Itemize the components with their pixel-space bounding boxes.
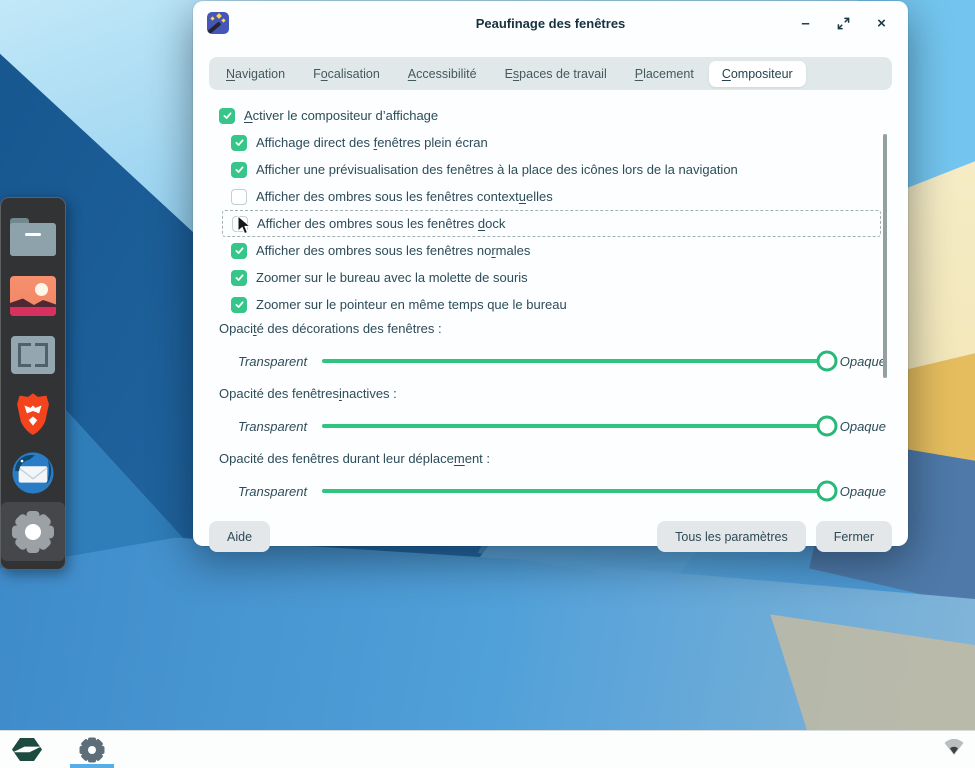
- taskbar-item-settings[interactable]: [70, 731, 114, 768]
- checkbox-row[interactable]: Affichage direct des fenêtres plein écra…: [193, 129, 908, 156]
- maximize-button[interactable]: [831, 11, 856, 36]
- slider-row: Transparent Opaque: [193, 409, 908, 443]
- slider-min-label: Transparent: [238, 484, 307, 499]
- window-peaufinage-des-fenetres: Peaufinage des fenêtres – × NavigationFo…: [193, 1, 908, 546]
- gear-icon: [79, 737, 105, 763]
- minimize-button[interactable]: –: [793, 11, 818, 36]
- dock-item-settings[interactable]: [1, 502, 65, 561]
- scrollbar[interactable]: [883, 134, 887, 378]
- zorin-menu-button[interactable]: [10, 731, 44, 768]
- close-dialog-button[interactable]: Fermer: [816, 521, 892, 552]
- checkbox-label: Zoomer sur le bureau avec la molette de …: [256, 270, 528, 285]
- checkbox-row[interactable]: Zoomer sur le pointeur en même temps que…: [193, 291, 908, 318]
- checkbox-label: Afficher des ombres sous les fenêtres do…: [257, 216, 505, 231]
- dock-item-thunderbird[interactable]: [1, 443, 65, 502]
- slider-min-label: Transparent: [238, 354, 307, 369]
- checkbox-checked[interactable]: [231, 270, 247, 286]
- checkbox-label: Activer le compositeur d’affichage: [244, 108, 438, 123]
- checkbox-checked[interactable]: [219, 108, 235, 124]
- tab-placement[interactable]: Placement: [622, 61, 707, 87]
- slider-handle[interactable]: [816, 481, 837, 502]
- thunderbird-icon: [11, 451, 55, 495]
- opacity-slider[interactable]: [322, 424, 827, 428]
- opacity-slider[interactable]: [322, 359, 827, 363]
- checkbox-label: Affichage direct des fenêtres plein écra…: [256, 135, 488, 150]
- file-manager-icon: [10, 218, 56, 256]
- slider-max-label: Opaque: [840, 354, 886, 369]
- checkbox-label: Afficher des ombres sous les fenêtres co…: [256, 189, 553, 204]
- image-viewer-icon: [10, 276, 56, 316]
- compositor-settings-panel: Activer le compositeur d’affichage Affich…: [193, 90, 908, 509]
- slider-title: Opacité des fenêtres durant leur déplace…: [193, 448, 908, 468]
- slider-list: Opacité des décorations des fenêtres : Tr…: [193, 318, 908, 508]
- tab-compositeur[interactable]: Compositeur: [709, 61, 806, 87]
- screenshot-tool-icon: [11, 336, 55, 374]
- slider-handle[interactable]: [816, 351, 837, 372]
- slider-title: Opacité des décorations des fenêtres :: [193, 318, 908, 338]
- tab-accessibilite[interactable]: Accessibilité: [395, 61, 490, 87]
- checkbox-unchecked[interactable]: [231, 189, 247, 205]
- slider-title: Opacité des fenêtres inactives :: [193, 383, 908, 403]
- checkbox-unchecked[interactable]: [232, 216, 248, 232]
- tab-navigation[interactable]: Navigation: [213, 61, 298, 87]
- checkbox-row[interactable]: Zoomer sur le bureau avec la molette de …: [193, 264, 908, 291]
- checkbox-row[interactable]: Activer le compositeur d’affichage: [193, 102, 908, 129]
- slider-max-label: Opaque: [840, 419, 886, 434]
- checkbox-row[interactable]: Afficher des ombres sous les fenêtres co…: [193, 183, 908, 210]
- titlebar[interactable]: Peaufinage des fenêtres – ×: [193, 1, 908, 45]
- help-button[interactable]: Aide: [209, 521, 270, 552]
- wifi-icon[interactable]: [943, 739, 965, 761]
- settings-gear-icon: [11, 510, 55, 554]
- checkbox-label: Afficher une prévisualisation des fenêtr…: [256, 162, 738, 177]
- dock: [0, 197, 66, 570]
- checkbox-checked[interactable]: [231, 162, 247, 178]
- desktop: Peaufinage des fenêtres – × NavigationFo…: [0, 0, 975, 768]
- slider-min-label: Transparent: [238, 419, 307, 434]
- active-task-indicator: [70, 764, 114, 768]
- checkbox-checked[interactable]: [231, 243, 247, 259]
- checkbox-checked[interactable]: [231, 297, 247, 313]
- tab-bar: NavigationFocalisationAccessibilitéEspac…: [209, 57, 892, 90]
- dock-item-image-viewer[interactable]: [1, 266, 65, 325]
- checkbox-checked[interactable]: [231, 135, 247, 151]
- slider-handle[interactable]: [816, 416, 837, 437]
- checkbox-row[interactable]: Afficher des ombres sous les fenêtres do…: [222, 210, 881, 237]
- restore-icon: [837, 17, 850, 30]
- brave-browser-icon: [13, 392, 53, 436]
- magic-wand-icon: [207, 12, 229, 34]
- tab-focalisation[interactable]: Focalisation: [300, 61, 393, 87]
- dock-item-file-manager[interactable]: [1, 207, 65, 266]
- dock-item-brave-browser[interactable]: [1, 384, 65, 443]
- dock-item-screenshot-tool[interactable]: [1, 325, 65, 384]
- opacity-slider[interactable]: [322, 489, 827, 493]
- dialog-button-row: Aide Tous les paramètres Fermer: [193, 509, 908, 552]
- checkbox-label: Zoomer sur le pointeur en même temps que…: [256, 297, 567, 312]
- system-tray: [943, 739, 965, 761]
- checkbox-label: Afficher des ombres sous les fenêtres no…: [256, 243, 530, 258]
- checkbox-list: Activer le compositeur d’affichage Affich…: [193, 102, 908, 318]
- slider-row: Transparent Opaque: [193, 344, 908, 378]
- slider-max-label: Opaque: [840, 484, 886, 499]
- all-settings-button[interactable]: Tous les paramètres: [657, 521, 806, 552]
- slider-row: Transparent Opaque: [193, 474, 908, 508]
- checkbox-row[interactable]: Afficher des ombres sous les fenêtres no…: [193, 237, 908, 264]
- tab-espaces-de-travail[interactable]: Espaces de travail: [492, 61, 620, 87]
- taskbar: [0, 730, 975, 768]
- close-button[interactable]: ×: [869, 11, 894, 36]
- checkbox-row[interactable]: Afficher une prévisualisation des fenêtr…: [193, 156, 908, 183]
- zorin-logo-icon: [11, 736, 43, 763]
